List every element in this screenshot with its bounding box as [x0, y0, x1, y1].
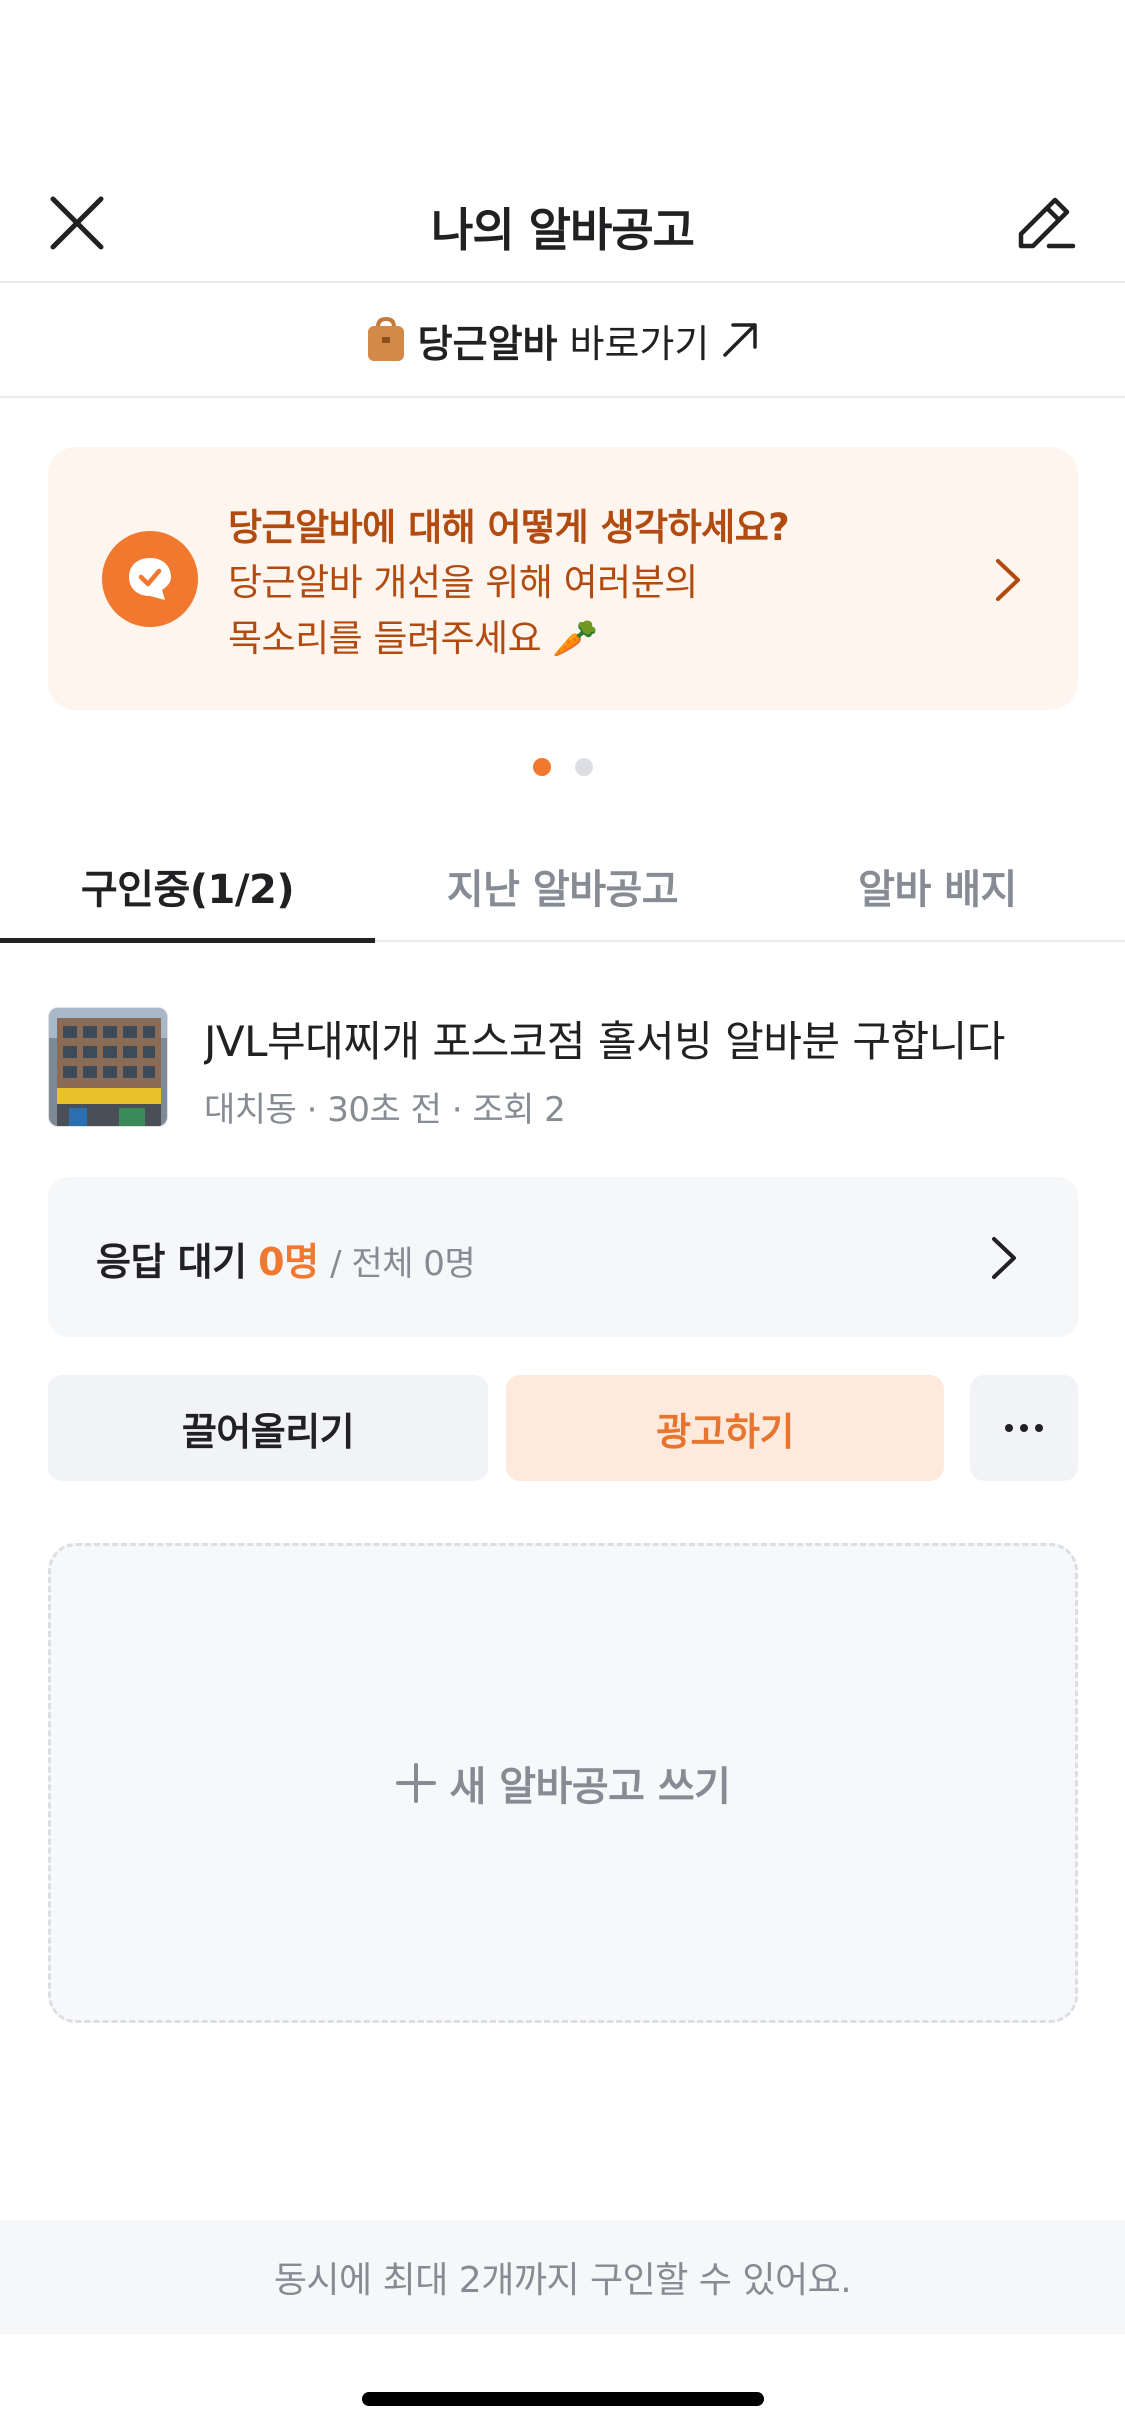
banner-desc-line2: 목소리를 들려주세요 🥕	[228, 617, 598, 660]
chevron-right-icon	[996, 559, 1020, 601]
arrow-up-right-icon	[723, 323, 758, 357]
shortcut-divider	[0, 396, 1125, 398]
more-dots-icon	[1005, 1424, 1043, 1432]
response-total: / 전체 0명	[330, 1244, 476, 1284]
banner-desc-line1: 당근알바 개선을 위해 여러분의	[228, 561, 698, 604]
chevron-right-icon	[992, 1237, 1016, 1279]
shortcut-brand: 당근알바	[417, 321, 558, 366]
post-meta: 대치동 · 30초 전 · 조회 2	[204, 1090, 566, 1130]
survey-banner[interactable]: 당근알바에 대해 어떻게 생각하세요? 당근알바 개선을 위해 여러분의 목소리…	[48, 447, 1078, 710]
response-status-row[interactable]: 응답 대기 0명 / 전체 0명	[48, 1177, 1078, 1337]
pagination-dot-active	[532, 758, 551, 776]
page-title: 나의 알바공고	[431, 203, 695, 257]
job-bag-icon	[367, 317, 404, 361]
banner-title: 당근알바에 대해 어떻게 생각하세요?	[228, 506, 790, 549]
more-button[interactable]	[970, 1375, 1078, 1481]
new-post-button[interactable]: 새 알바공고 쓰기	[48, 1543, 1078, 2023]
post-title[interactable]: JVL부대찌개 포스코점 홀서빙 알바분 구합니다	[204, 1008, 1044, 1069]
banner-pagination	[0, 758, 1125, 776]
pencil-icon	[1018, 197, 1076, 249]
tab-hiring[interactable]: 구인중(1/2)	[0, 830, 375, 942]
tab-bar: 구인중(1/2) 지난 알바공고 알바 배지	[0, 830, 1125, 942]
response-count: 0명	[258, 1240, 319, 1284]
tab-badges[interactable]: 알바 배지	[750, 830, 1125, 942]
response-label: 응답 대기	[96, 1240, 247, 1284]
new-post-label: 새 알바공고 쓰기	[449, 1764, 731, 1810]
header-divider	[0, 281, 1125, 283]
response-status-text: 응답 대기 0명 / 전체 0명	[96, 1231, 476, 1286]
post-thumbnail[interactable]	[48, 1007, 168, 1127]
home-indicator[interactable]	[362, 2392, 764, 2406]
active-tab-indicator	[0, 938, 375, 943]
chat-check-icon	[102, 531, 198, 627]
tab-past-posts[interactable]: 지난 알바공고	[375, 830, 750, 942]
shortcut-label: 바로가기	[569, 321, 710, 366]
edit-button[interactable]	[1009, 186, 1081, 258]
header: 나의 알바공고	[0, 170, 1125, 282]
alba-shortcut-link[interactable]: 당근알바 바로가기	[0, 284, 1125, 396]
bump-button[interactable]: 끌어올리기	[48, 1375, 488, 1481]
pagination-dot	[574, 758, 593, 776]
limit-notice: 동시에 최대 2개까지 구인할 수 있어요.	[0, 2220, 1125, 2334]
advertise-button[interactable]: 광고하기	[506, 1375, 944, 1481]
banner-description: 당근알바 개선을 위해 여러분의 목소리를 들려주세요 🥕	[228, 555, 928, 667]
plus-icon	[395, 1763, 436, 1803]
